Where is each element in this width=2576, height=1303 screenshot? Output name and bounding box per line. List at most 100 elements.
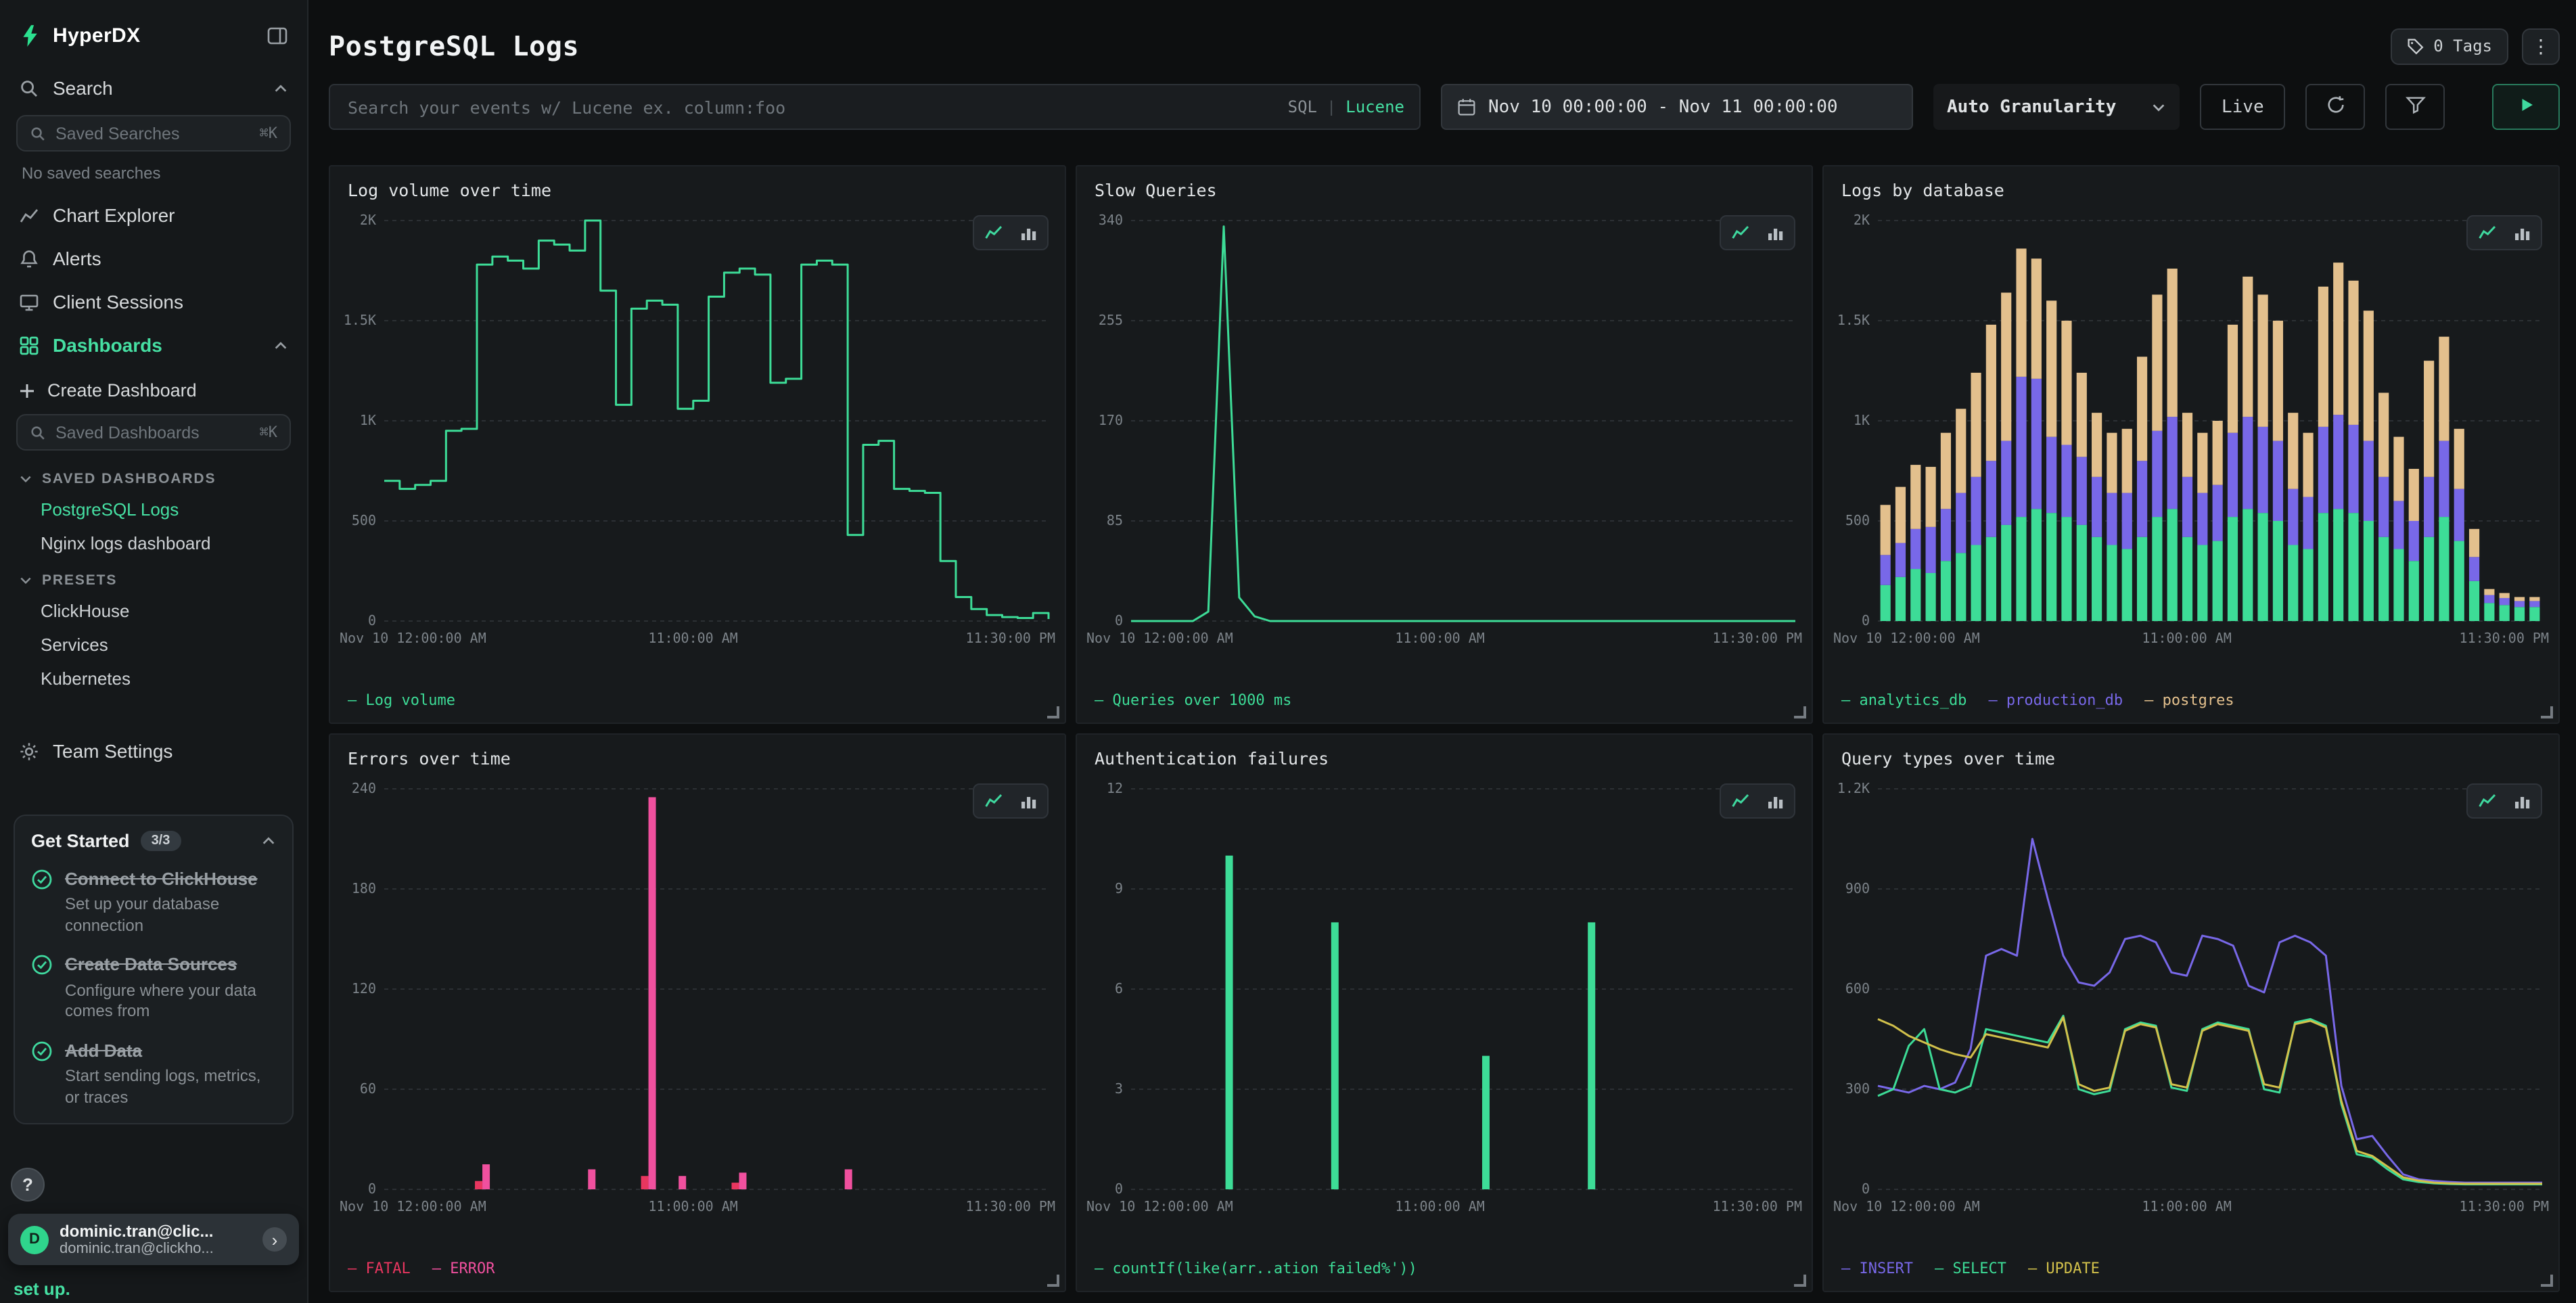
legend-entry: — Queries over 1000 ms <box>1095 691 1291 709</box>
svg-text:Nov 10 12:00:00 AM: Nov 10 12:00:00 AM <box>1086 1198 1233 1214</box>
chart-plot: 060120180240Nov 10 12:00:00 AM11:00:00 A… <box>338 770 1057 1219</box>
sidebar-item-dashboards[interactable]: Dashboards <box>0 323 307 367</box>
resize-handle[interactable] <box>1047 706 1059 718</box>
create-dashboard-label: Create Dashboard <box>47 380 197 401</box>
saved-searches-placeholder: Saved Searches <box>55 124 179 143</box>
no-saved-searches-text: No saved searches <box>0 160 307 193</box>
bar-chart-toggle-button[interactable] <box>1012 219 1044 246</box>
resize-handle[interactable] <box>1794 1275 1806 1287</box>
sidebar-item-postgresql-logs[interactable]: PostgreSQL Logs <box>0 493 307 526</box>
more-options-button[interactable]: ⋮ <box>2522 28 2560 64</box>
chart-legend: — INSERT— SELECT— UPDATE <box>1841 1260 2100 1277</box>
chart-panel: Authentication failures 036912Nov 10 12:… <box>1076 733 1813 1292</box>
legend-entry: — FATAL <box>348 1260 411 1277</box>
svg-text:180: 180 <box>352 880 376 896</box>
saved-dashboards-input[interactable]: Saved Dashboards ⌘K <box>16 414 291 451</box>
svg-text:2K: 2K <box>1854 212 1870 228</box>
saved-searches-input[interactable]: Saved Searches ⌘K <box>16 115 291 152</box>
filter-button[interactable] <box>2386 84 2445 130</box>
get-started-card: Get Started 3/3 Connect to ClickHouse Se… <box>14 815 294 1125</box>
svg-text:0: 0 <box>1862 1181 1870 1197</box>
line-chart-toggle-button[interactable] <box>2470 787 2503 815</box>
granularity-select[interactable]: Auto Granularity <box>1933 84 2180 130</box>
shortcut-badge: ⌘K <box>260 124 278 142</box>
run-query-button[interactable] <box>2492 84 2560 130</box>
svg-text:500: 500 <box>352 512 376 528</box>
get-started-item[interactable]: Create Data Sources Configure where your… <box>31 955 276 1023</box>
sidebar-item-team-settings[interactable]: Team Settings <box>0 728 307 774</box>
get-started-item[interactable]: Add Data Start sending logs, metrics, or… <box>31 1041 276 1109</box>
sidebar-item-clickhouse[interactable]: ClickHouse <box>0 594 307 628</box>
svg-text:255: 255 <box>1099 312 1123 328</box>
bar-chart-toggle-button[interactable] <box>1759 787 1791 815</box>
monitor-icon <box>19 292 39 312</box>
sidebar-item-client-sessions[interactable]: Client Sessions <box>0 280 307 323</box>
sidebar-item-chart-explorer[interactable]: Chart Explorer <box>0 193 307 237</box>
play-icon <box>2517 96 2535 118</box>
resize-handle[interactable] <box>2541 1275 2553 1287</box>
legend-entry: — Log volume <box>348 691 455 709</box>
chart-toolbar <box>2466 783 2542 819</box>
shortcut-badge: ⌘K <box>260 424 278 441</box>
svg-text:600: 600 <box>1845 980 1870 997</box>
sidebar-item-nginx-dashboard[interactable]: Nginx logs dashboard <box>0 526 307 560</box>
tags-button[interactable]: 0 Tags <box>2390 28 2508 64</box>
refresh-icon <box>2326 94 2346 120</box>
svg-text:1K: 1K <box>360 412 376 428</box>
chevron-up-icon <box>273 338 288 352</box>
check-circle-icon <box>31 1041 53 1062</box>
line-chart-toggle-button[interactable] <box>1724 787 1756 815</box>
logo-row: HyperDX <box>0 0 307 66</box>
line-chart-toggle-button[interactable] <box>1724 219 1756 246</box>
live-button[interactable]: Live <box>2200 84 2286 130</box>
bar-chart-toggle-button[interactable] <box>2506 219 2538 246</box>
resize-handle[interactable] <box>1047 1275 1059 1287</box>
collapse-sidebar-icon[interactable] <box>267 26 288 46</box>
sidebar-item-kubernetes[interactable]: Kubernetes <box>0 662 307 695</box>
chevron-up-icon[interactable] <box>261 833 276 848</box>
sidebar-item-label: Team Settings <box>53 740 172 762</box>
sidebar-item-search[interactable]: Search <box>0 66 307 110</box>
event-search-box[interactable]: SQL | Lucene <box>329 84 1421 130</box>
svg-text:900: 900 <box>1845 880 1870 896</box>
chart-title: Errors over time <box>348 748 511 769</box>
resize-handle[interactable] <box>1794 706 1806 718</box>
bar-chart-toggle-button[interactable] <box>1759 219 1791 246</box>
search-input[interactable] <box>345 95 1276 118</box>
resize-handle[interactable] <box>2541 706 2553 718</box>
chart-legend: — Queries over 1000 ms <box>1095 691 1291 709</box>
user-menu[interactable]: D dominic.tran@clic... dominic.tran@clic… <box>8 1214 299 1265</box>
sql-toggle[interactable]: SQL <box>1288 97 1317 116</box>
get-started-item[interactable]: Connect to ClickHouse Set up your databa… <box>31 869 276 937</box>
query-toolbar: SQL | Lucene Nov 10 00:00:00 - Nov 11 00… <box>329 84 2560 130</box>
line-chart-toggle-button[interactable] <box>977 787 1009 815</box>
svg-text:11:30:00 PM: 11:30:00 PM <box>2460 630 2549 646</box>
saved-dashboards-section-header[interactable]: SAVED DASHBOARDS <box>0 459 307 493</box>
svg-text:170: 170 <box>1099 412 1123 428</box>
hyperdx-app: HyperDX Search Saved Searches ⌘K No save… <box>0 0 2576 1303</box>
svg-text:11:30:00 PM: 11:30:00 PM <box>2460 1198 2549 1214</box>
line-chart-toggle-button[interactable] <box>977 219 1009 246</box>
legend-entry: — UPDATE <box>2028 1260 2100 1277</box>
time-range-picker[interactable]: Nov 10 00:00:00 - Nov 11 00:00:00 <box>1441 84 1913 130</box>
sidebar-item-label: Search <box>53 77 113 99</box>
svg-text:9: 9 <box>1115 880 1123 896</box>
chevron-right-icon: › <box>262 1227 287 1252</box>
sidebar-item-services[interactable]: Services <box>0 628 307 662</box>
refresh-button[interactable] <box>2306 84 2366 130</box>
sidebar-item-label: Alerts <box>53 248 101 269</box>
setup-link[interactable]: set up. <box>14 1279 70 1299</box>
bar-chart-toggle-button[interactable] <box>2506 787 2538 815</box>
presets-section-header[interactable]: PRESETS <box>0 560 307 594</box>
svg-text:11:00:00 AM: 11:00:00 AM <box>2142 630 2231 646</box>
lucene-toggle[interactable]: Lucene <box>1346 97 1404 116</box>
chart-plot: 036912Nov 10 12:00:00 AM11:00:00 AM11:30… <box>1085 770 1803 1219</box>
bar-chart-toggle-button[interactable] <box>1012 787 1044 815</box>
chart-title: Authentication failures <box>1095 748 1329 769</box>
sidebar-item-alerts[interactable]: Alerts <box>0 237 307 280</box>
create-dashboard-button[interactable]: Create Dashboard <box>0 367 307 409</box>
chart-toolbar <box>973 783 1049 819</box>
get-started-title: Get Started <box>31 831 130 851</box>
line-chart-toggle-button[interactable] <box>2470 219 2503 246</box>
help-button[interactable]: ? <box>11 1168 45 1202</box>
